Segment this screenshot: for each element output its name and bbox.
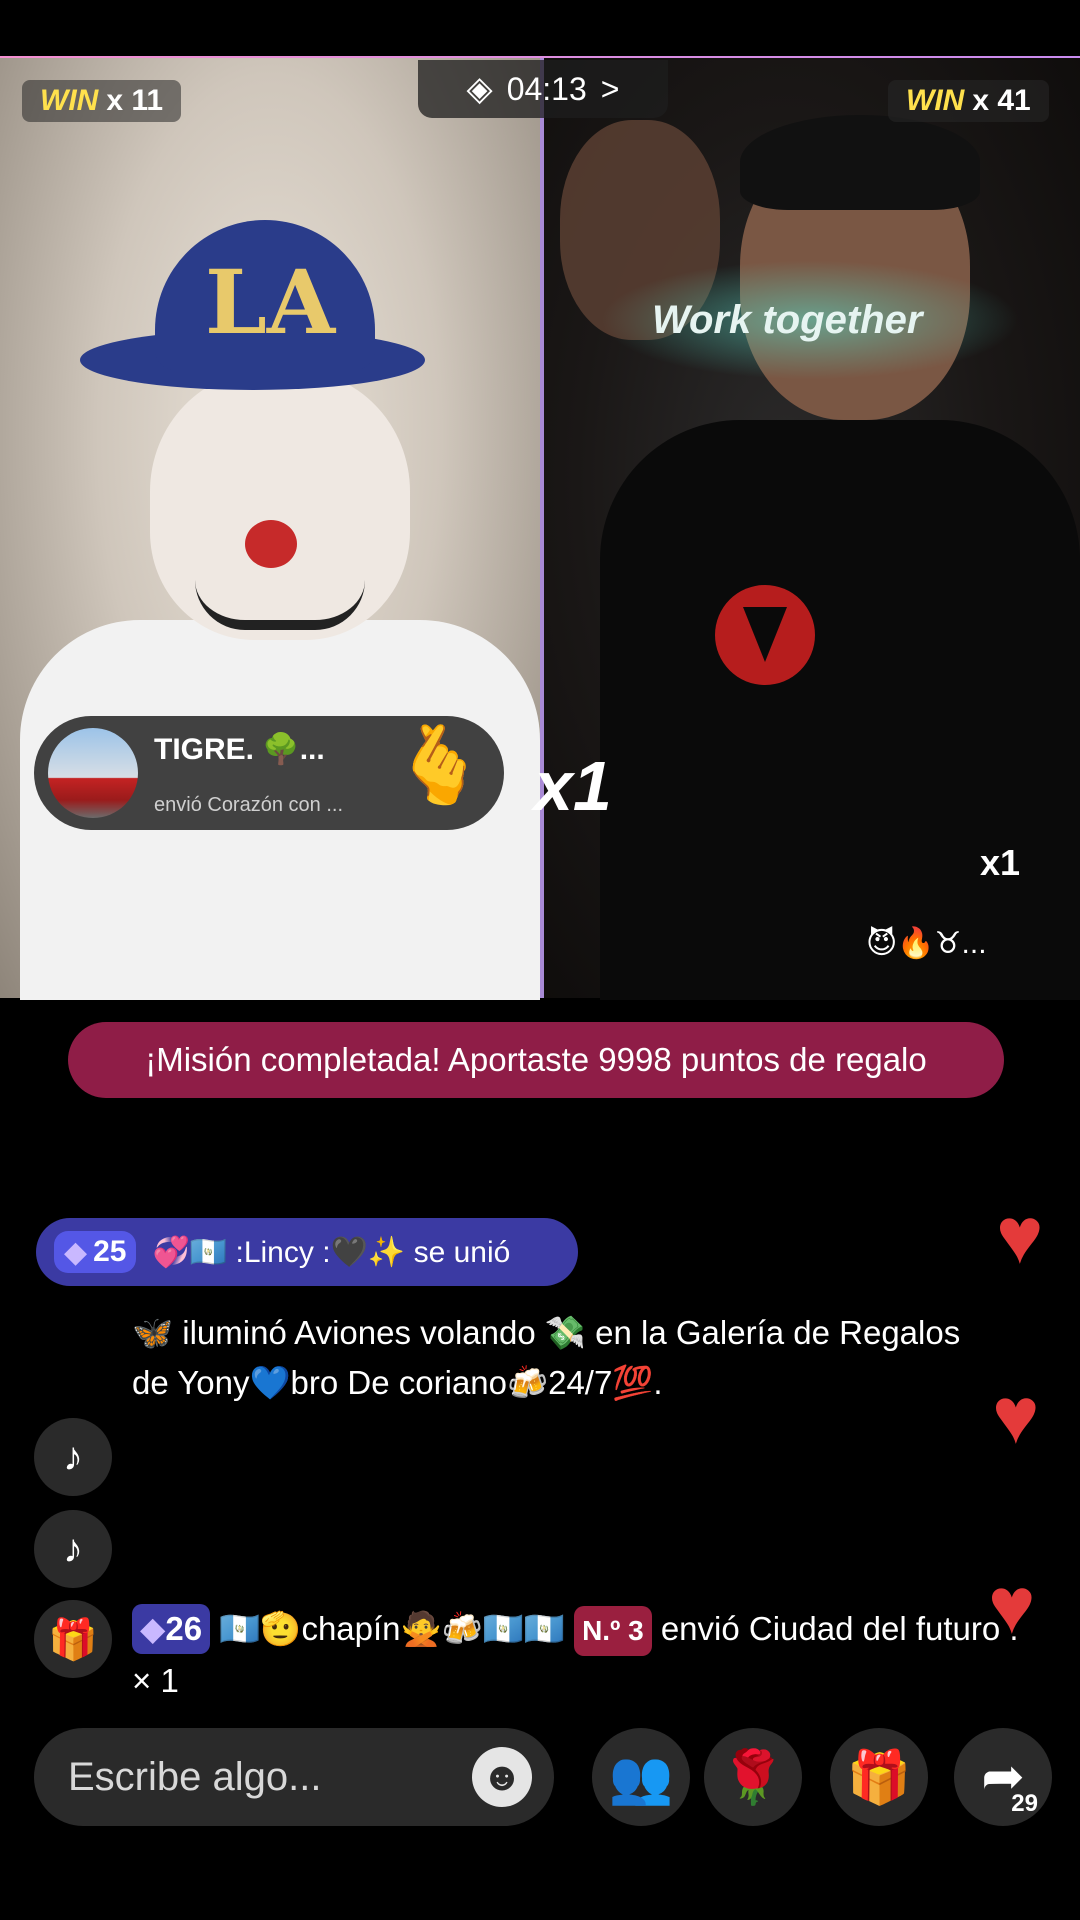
chat-text: iluminó Aviones volando 💸 en la Galería … bbox=[132, 1314, 961, 1401]
chat-user: 🇬🇹🫡chapín🙅🍻🇬🇹🇬🇹 bbox=[210, 1610, 565, 1647]
left-win-count: x 11 bbox=[106, 84, 164, 117]
chat-prefix: 🦋 bbox=[132, 1314, 174, 1351]
battle-timer[interactable]: ◈ 04:13 > bbox=[418, 60, 668, 118]
join-message[interactable]: ◆ 25 💞🇬🇹 :Lincy :🖤✨ se unió bbox=[36, 1218, 578, 1286]
clown-grin bbox=[195, 580, 365, 630]
gift-multiplier: x1 bbox=[534, 747, 612, 825]
people-icon: 👥 bbox=[608, 1748, 674, 1807]
avatar[interactable] bbox=[48, 728, 138, 818]
tiktok-icon[interactable]: ♪ bbox=[34, 1510, 112, 1588]
level-value: 25 bbox=[93, 1235, 127, 1268]
rank-badge: N.º 3 bbox=[574, 1606, 652, 1656]
heart-icon: ♥ bbox=[988, 1561, 1036, 1650]
status-bar-area bbox=[0, 0, 1080, 58]
left-win-label: WIN bbox=[40, 84, 99, 117]
gift-icon: 🎁 bbox=[846, 1748, 912, 1807]
clown-nose bbox=[245, 520, 297, 568]
chat-message[interactable]: ◆26 🇬🇹🫡chapín🙅🍻🇬🇹🇬🇹 N.º 3 envió Ciudad d… bbox=[132, 1604, 1032, 1706]
join-text: 💞🇬🇹 :Lincy :🖤✨ se unió bbox=[152, 1235, 511, 1269]
cap-logo: LA bbox=[205, 250, 336, 354]
share-count: 29 bbox=[1011, 1790, 1038, 1817]
people-button[interactable]: 👥 bbox=[592, 1728, 690, 1826]
comment-placeholder: Escribe algo... bbox=[68, 1754, 322, 1799]
level-badge: ◆26 bbox=[132, 1604, 211, 1654]
shirt-logo bbox=[715, 585, 815, 685]
gem-icon: ◆ bbox=[64, 1235, 88, 1269]
right-host-torso bbox=[600, 420, 1080, 1000]
right-win-badge: WIN x 41 bbox=[888, 80, 1049, 122]
mission-text: ¡Misión completada! Aportaste 9998 punto… bbox=[145, 1041, 927, 1078]
chat-message[interactable]: 🦋 iluminó Aviones volando 💸 en la Galerí… bbox=[132, 1308, 992, 1408]
rose-icon: 🌹 bbox=[720, 1748, 786, 1807]
right-win-count: x 41 bbox=[972, 84, 1031, 117]
left-win-badge: WIN x 11 bbox=[22, 80, 182, 122]
effect-text: Work together bbox=[652, 298, 923, 342]
chevron-right-icon: > bbox=[600, 70, 620, 107]
heart-icon: ♥ bbox=[996, 1191, 1044, 1280]
right-multiplier: x1 bbox=[980, 842, 1021, 883]
share-button[interactable]: ➦ 29 bbox=[954, 1728, 1052, 1826]
timer-value: 04:13 bbox=[506, 70, 587, 107]
comment-input[interactable]: Escribe algo... ☻ bbox=[34, 1728, 554, 1826]
gift-action-text: envió Corazón con ... bbox=[154, 794, 343, 816]
gift-sender-name: TIGRE. 🌳... bbox=[154, 733, 325, 766]
right-emoji-row: 😈🔥♉... bbox=[866, 927, 987, 960]
tiktok-icon[interactable]: ♪ bbox=[34, 1418, 112, 1496]
level-badge: ◆ 25 bbox=[54, 1231, 137, 1273]
right-host-hair bbox=[740, 115, 980, 210]
smiley-icon[interactable]: ☻ bbox=[472, 1747, 532, 1807]
rose-button[interactable]: 🌹 bbox=[704, 1728, 802, 1826]
level-value: 26 bbox=[165, 1610, 203, 1647]
heart-icon: ♥ bbox=[992, 1371, 1040, 1460]
gem-icon: ◆ bbox=[140, 1610, 166, 1647]
gift-box-icon[interactable]: 🎁 bbox=[34, 1600, 112, 1678]
right-win-label: WIN bbox=[906, 84, 965, 117]
gift-button[interactable]: 🎁 bbox=[830, 1728, 928, 1826]
mission-banner: ¡Misión completada! Aportaste 9998 punto… bbox=[68, 1022, 1004, 1098]
diamond-icon: ◈ bbox=[466, 70, 493, 108]
finger-heart-icon: 🫰 bbox=[392, 723, 487, 808]
